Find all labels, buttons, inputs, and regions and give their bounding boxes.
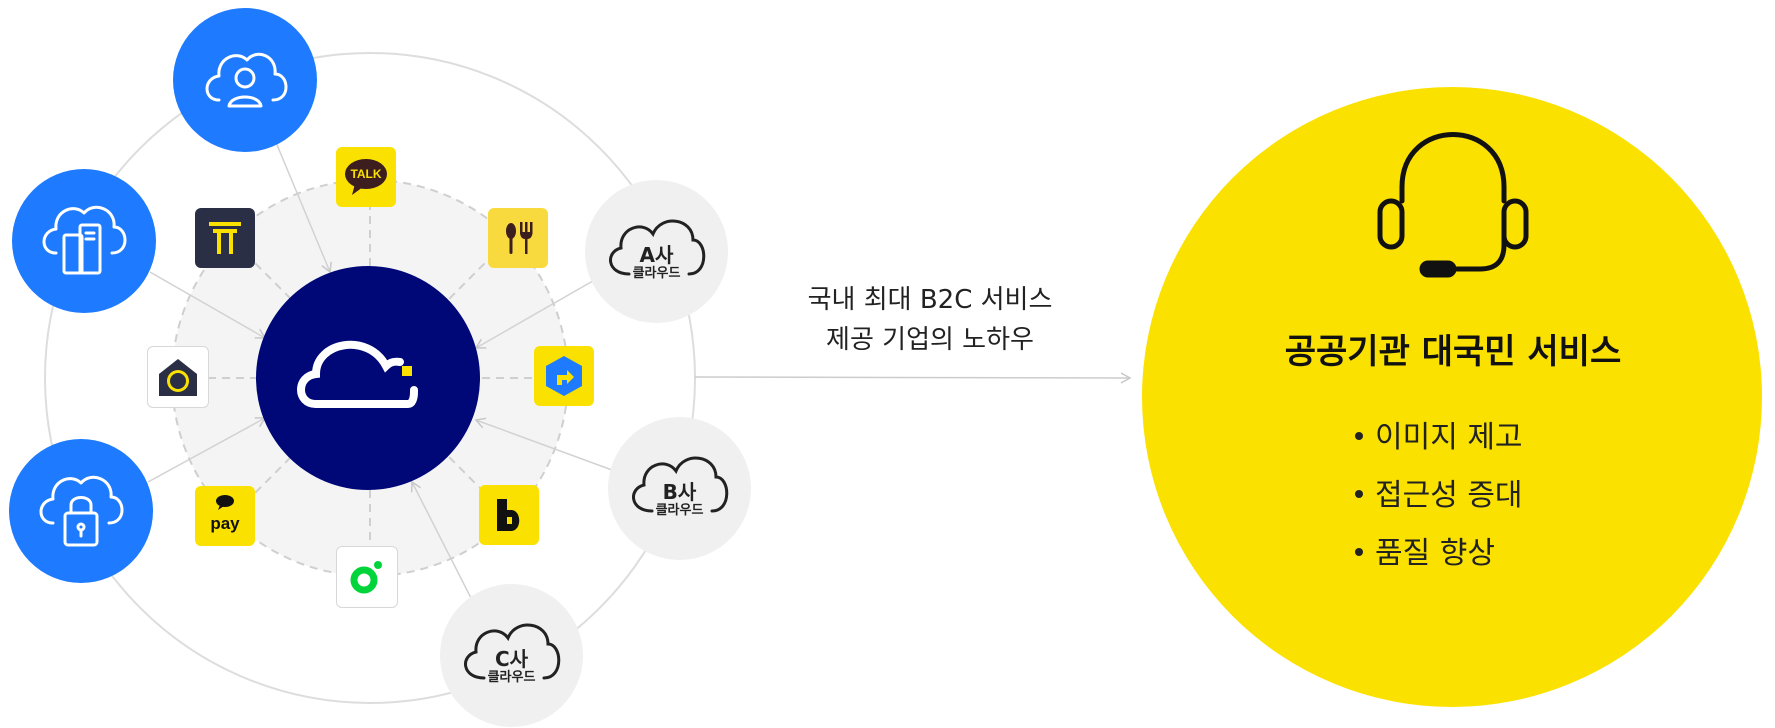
cloud-server-service <box>12 169 156 313</box>
svg-text:TALK: TALK <box>350 167 381 181</box>
arrow-caption: 국내 최대 B2C 서비스 제공 기업의 노하우 <box>760 280 1100 360</box>
green-ring-icon <box>350 561 382 594</box>
cloud-b-badge: B사 클라우드 <box>608 417 751 560</box>
cloud-a-badge: A사 클라우드 <box>585 180 728 323</box>
cloud-lock-service <box>9 439 153 583</box>
kakao-bank-b-tile <box>479 485 539 545</box>
cloud-c-badge: C사 클라우드 <box>440 584 583 727</box>
arrow-caption-line1: 국내 최대 B2C 서비스 <box>807 285 1053 315</box>
result-bullet: 이미지 제고 <box>1355 409 1523 467</box>
kakao-navi-tile <box>534 346 594 406</box>
cloud-c-sub: 클라우드 <box>487 670 536 685</box>
cloud-b-company: B사 <box>662 480 697 504</box>
kakao-t-tile <box>195 208 255 268</box>
cloud-c-company: C사 <box>494 647 529 671</box>
diagram: TALK pay A사 클라우드 B사 클라우드 C사 클라우드 국내 최대 B… <box>0 0 1775 728</box>
home-icon <box>159 359 197 396</box>
cloud-a-sub: 클라우드 <box>632 266 681 281</box>
kakao-home-tile <box>147 346 209 408</box>
result-title: 공공기관 대국민 서비스 <box>1284 332 1622 372</box>
result-bullet: 접근성 증대 <box>1355 467 1523 525</box>
cloud-b-sub: 클라우드 <box>655 503 704 518</box>
result-bullet: 품질 향상 <box>1355 525 1523 583</box>
kakaotalk-tile: TALK <box>336 147 396 207</box>
pay-logo-icon: pay <box>210 495 240 533</box>
cloud-a-company: A사 <box>639 243 674 267</box>
cloud-user-service <box>173 8 317 152</box>
main-arrow <box>694 372 1132 384</box>
talk-bubble-icon: TALK <box>345 159 387 195</box>
svg-text:pay: pay <box>210 514 240 533</box>
kakaopay-tile: pay <box>195 486 255 546</box>
hub-circle <box>256 266 480 490</box>
bullet-dot-icon <box>1355 489 1363 498</box>
result-bullets: 이미지 제고 접근성 증대 품질 향상 <box>1355 409 1523 583</box>
kakao-green-tile <box>336 546 398 608</box>
spoon-fork-icon <box>506 222 533 254</box>
bullet-dot-icon <box>1355 547 1363 556</box>
t-logo-icon <box>209 222 241 254</box>
navigation-arrow-icon <box>546 356 582 396</box>
kakao-food-tile <box>488 208 548 268</box>
bullet-dot-icon <box>1355 431 1363 440</box>
arrow-caption-line2: 제공 기업의 노하우 <box>826 325 1034 355</box>
b-logo-icon <box>497 499 520 531</box>
result-circle <box>1142 87 1762 707</box>
